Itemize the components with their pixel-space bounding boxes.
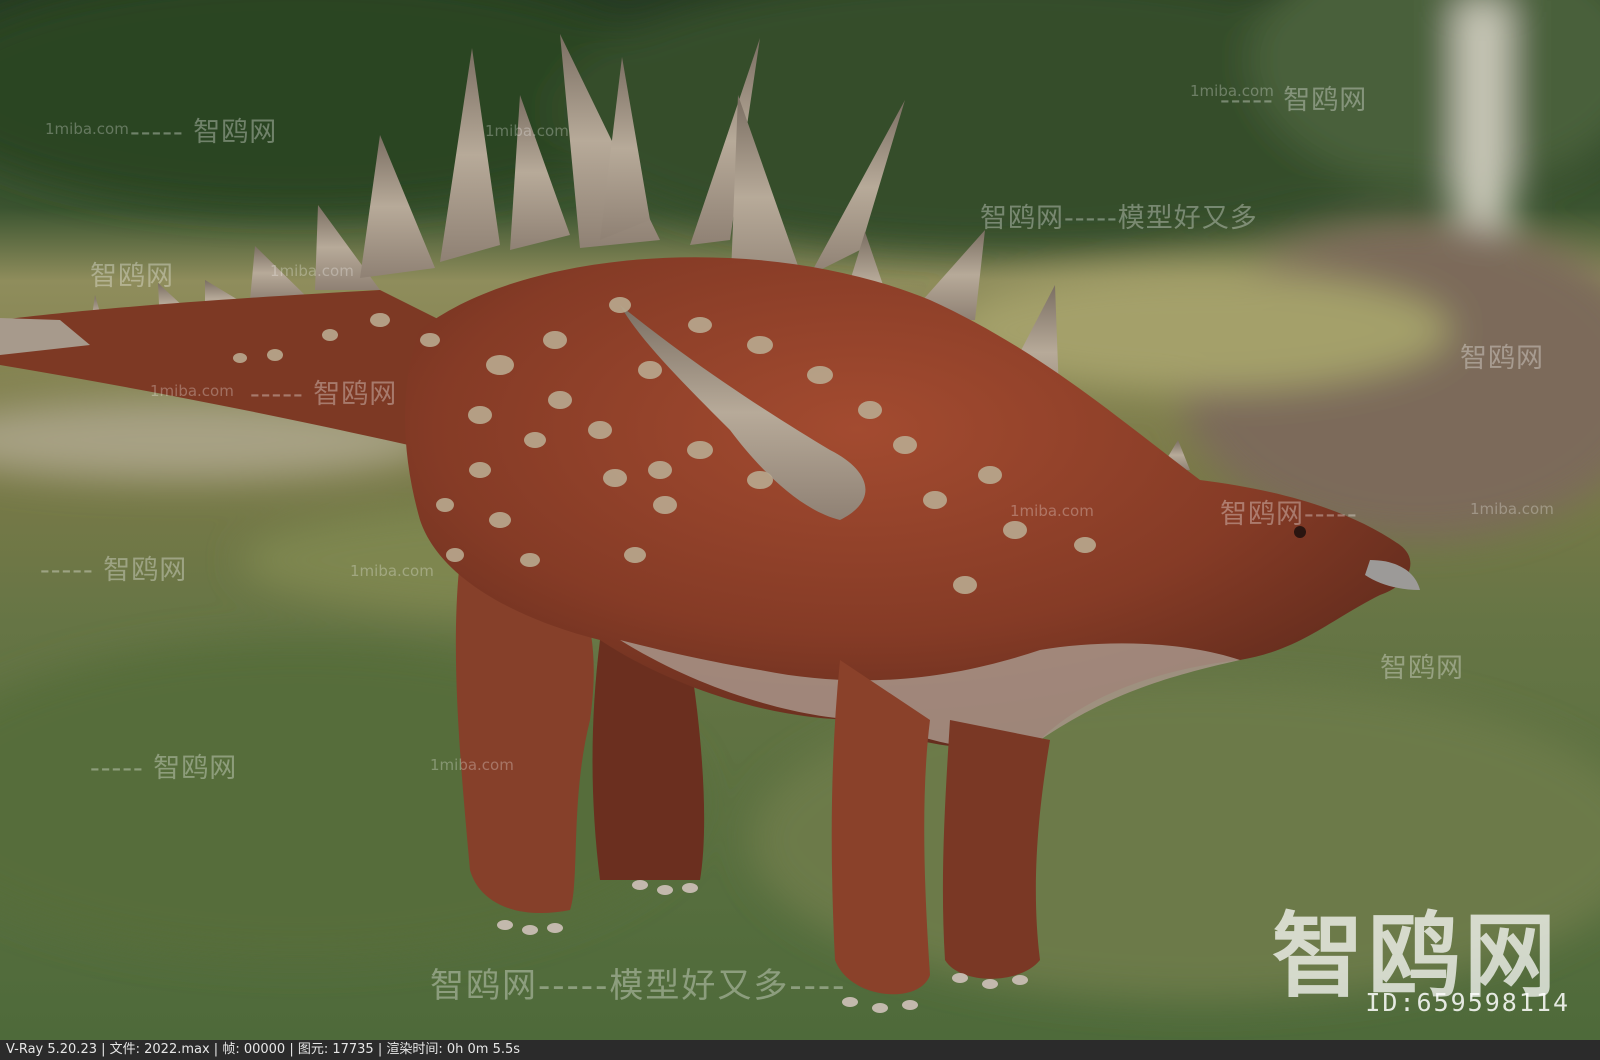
watermark-id: ID:659598114 [1365, 988, 1570, 1017]
render-viewport: 1miba.com ----- 智鸥网 1miba.com 1miba.com … [0, 0, 1600, 1060]
vray-status-bar: V-Ray 5.20.23 | 文件: 2022.max | 帧: 00000 … [0, 1040, 1600, 1060]
